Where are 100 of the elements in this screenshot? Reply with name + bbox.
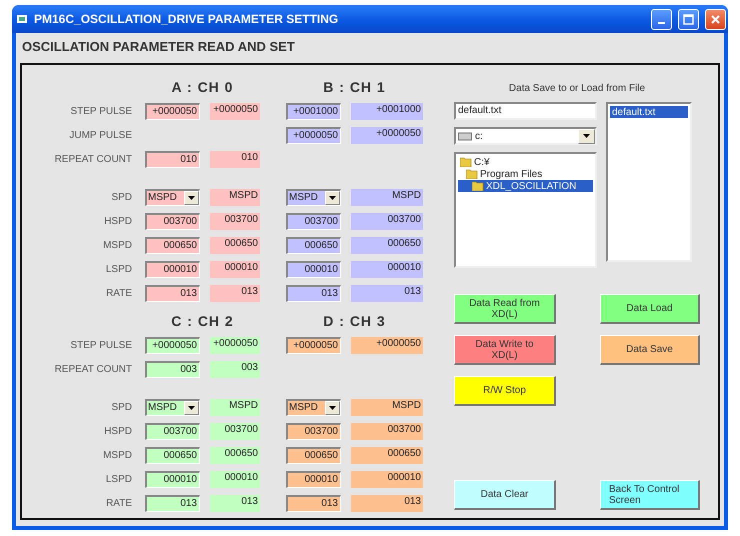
input-field[interactable]: 000650: [145, 236, 200, 254]
input-field[interactable]: +0000050: [145, 336, 200, 354]
parameter-label: REPEAT COUNT: [54, 154, 132, 164]
input-field[interactable]: 000010: [286, 470, 341, 488]
value-display: +0000050: [351, 126, 423, 144]
value-display: MSPD: [351, 398, 423, 416]
action-button[interactable]: Data Load: [600, 294, 700, 324]
parameter-label: RATE: [105, 288, 132, 298]
channel-title: A : CH 0: [170, 79, 234, 95]
parameter-label: REPEAT COUNT: [54, 364, 132, 374]
value-display: 000010: [210, 260, 260, 278]
drive-select[interactable]: c:: [454, 127, 597, 145]
input-field[interactable]: 013: [286, 284, 341, 302]
input-field[interactable]: +0000050: [145, 102, 200, 120]
input-field[interactable]: 000650: [286, 236, 341, 254]
action-button[interactable]: Data Write to XD(L): [454, 335, 556, 365]
minimize-icon: [658, 22, 665, 24]
action-button[interactable]: Back To Control Screen: [600, 480, 700, 510]
action-button[interactable]: Data Save: [600, 335, 700, 365]
input-field[interactable]: 003700: [286, 212, 341, 230]
minimize-button[interactable]: [651, 8, 672, 30]
maximize-button[interactable]: [678, 8, 699, 30]
input-field[interactable]: 000010: [286, 260, 341, 278]
input-field[interactable]: 013: [286, 494, 341, 512]
value-display: 000010: [351, 260, 423, 278]
folder-icon: [460, 157, 472, 167]
value-display: 003700: [210, 212, 260, 230]
close-icon: [710, 14, 721, 24]
value-display: +0000050: [351, 336, 423, 354]
value-display: 013: [351, 494, 423, 512]
parameter-label: STEP PULSE: [69, 340, 132, 350]
input-field[interactable]: 013: [145, 494, 200, 512]
filename-field[interactable]: default.txt: [454, 102, 597, 120]
speed-select[interactable]: MSPD: [145, 398, 200, 416]
input-field[interactable]: 000010: [145, 260, 200, 278]
parameter-label: STEP PULSE: [69, 106, 132, 116]
value-display: 013: [210, 284, 260, 302]
value-display: +0000050: [210, 102, 260, 120]
input-field[interactable]: 000650: [286, 446, 341, 464]
dropdown-arrow-icon: [329, 406, 336, 410]
input-field[interactable]: +0000050: [286, 126, 341, 144]
input-field[interactable]: +0000050: [286, 336, 341, 354]
input-field[interactable]: 000010: [145, 470, 200, 488]
folder-item[interactable]: XDL_OSCILLATION: [458, 180, 593, 192]
maximize-icon: [683, 14, 694, 24]
value-display: 000010: [210, 470, 260, 488]
value-display: 003700: [210, 422, 260, 440]
value-display: 003700: [351, 422, 423, 440]
parameter-label: HSPD: [103, 216, 132, 226]
value-display: 000650: [351, 236, 423, 254]
speed-select[interactable]: MSPD: [145, 188, 200, 206]
parameter-label: JUMP PULSE: [68, 130, 132, 140]
file-caption: Data Save to or Load from File: [508, 83, 646, 94]
input-field[interactable]: 010: [145, 150, 200, 168]
parameter-label: SPD: [110, 402, 132, 412]
input-field[interactable]: 013: [145, 284, 200, 302]
drive-icon: [458, 132, 472, 140]
value-display: MSPD: [210, 398, 260, 416]
value-display: 013: [351, 284, 423, 302]
folder-item[interactable]: Program Files: [458, 168, 593, 180]
value-display: 000010: [351, 470, 423, 488]
action-button[interactable]: R/W Stop: [454, 376, 556, 406]
value-display: MSPD: [210, 188, 260, 206]
dropdown-arrow-icon: [188, 406, 195, 410]
input-field[interactable]: 003: [145, 360, 200, 378]
close-button[interactable]: [705, 8, 726, 30]
parameter-label: LSPD: [104, 264, 132, 274]
section-heading: OSCILLATION PARAMETER READ AND SET: [22, 39, 296, 54]
speed-select[interactable]: MSPD: [286, 398, 341, 416]
value-display: 000650: [210, 446, 260, 464]
value-display: 003700: [351, 212, 423, 230]
speed-select[interactable]: MSPD: [286, 188, 341, 206]
parameter-label: MSPD: [102, 240, 132, 250]
file-item[interactable]: default.txt: [610, 106, 688, 118]
value-display: 010: [210, 150, 260, 168]
input-field[interactable]: 003700: [286, 422, 341, 440]
channel-title: D : CH 3: [322, 313, 387, 329]
parameter-label: LSPD: [104, 474, 132, 484]
value-display: +0001000: [351, 102, 423, 120]
folder-item[interactable]: C:¥: [458, 156, 593, 168]
parameter-label: MSPD: [102, 450, 132, 460]
input-field[interactable]: 003700: [145, 422, 200, 440]
value-display: 000650: [210, 236, 260, 254]
input-field[interactable]: 003700: [145, 212, 200, 230]
window-title: PM16C_OSCILLATION_DRIVE PARAMETER SETTING: [34, 12, 340, 26]
value-display: +0000050: [210, 336, 260, 354]
channel-title: C : CH 2: [170, 313, 235, 329]
action-button[interactable]: Data Read from XD(L): [454, 294, 556, 324]
dropdown-arrow-icon: [583, 134, 590, 138]
input-field[interactable]: 000650: [145, 446, 200, 464]
app-icon: [16, 13, 28, 25]
value-display: MSPD: [351, 188, 423, 206]
folder-icon: [472, 181, 484, 191]
parameter-label: RATE: [105, 498, 132, 508]
action-button[interactable]: Data Clear: [454, 480, 556, 510]
channel-title: B : CH 1: [322, 79, 387, 95]
value-display: 013: [210, 494, 260, 512]
dropdown-arrow-icon: [329, 196, 336, 200]
parameter-label: SPD: [110, 192, 132, 202]
input-field[interactable]: +0001000: [286, 102, 341, 120]
